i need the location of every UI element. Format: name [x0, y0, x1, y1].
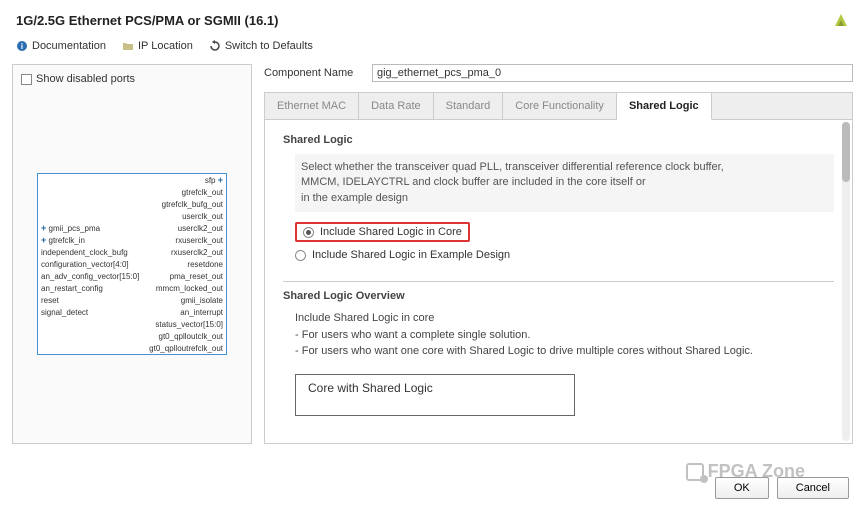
shared-logic-description: Select whether the transceiver quad PLL,…	[295, 154, 834, 212]
refresh-icon	[209, 40, 221, 52]
tab-data-rate[interactable]: Data Rate	[359, 93, 434, 119]
ip-block-symbol[interactable]: sfp + gtrefclk_out gtrefclk_bufg_out use…	[37, 173, 227, 355]
port-gt0-qplloutrefclk: gt0_qplloutrefclk_out	[149, 344, 223, 353]
port-gtrefclk-out: gtrefclk_out	[182, 188, 223, 197]
folder-icon	[122, 40, 134, 52]
port-userclk2-out: userclk2_out	[178, 224, 223, 233]
divider	[283, 281, 834, 282]
tab-core-functionality[interactable]: Core Functionality	[503, 93, 617, 119]
toolbar: i Documentation IP Location Switch to De…	[0, 36, 865, 64]
port-independent-clock: independent_clock_bufg	[41, 248, 128, 257]
port-status-vector: status_vector[15:0]	[155, 320, 223, 329]
port-resetdone: resetdone	[187, 260, 223, 269]
port-userclk-out: userclk_out	[182, 212, 223, 221]
radio-icon	[303, 227, 314, 238]
port-an-adv-config: an_adv_config_vector[15:0]	[41, 272, 139, 281]
port-signal-detect: signal_detect	[41, 308, 88, 317]
port-an-interrupt: an_interrupt	[180, 308, 223, 317]
svg-text:i: i	[21, 42, 23, 51]
component-name-input[interactable]	[372, 64, 853, 82]
tab-shared-logic[interactable]: Shared Logic	[617, 93, 712, 120]
radio-include-in-core-label: Include Shared Logic in Core	[320, 226, 462, 238]
radio-include-in-example[interactable]: Include Shared Logic in Example Design	[295, 247, 834, 263]
ip-location-label: IP Location	[138, 40, 193, 52]
port-rxuserclk2-out: rxuserclk2_out	[171, 248, 223, 257]
show-disabled-checkbox[interactable]	[21, 74, 32, 85]
component-name-label: Component Name	[264, 67, 364, 79]
switch-defaults-label: Switch to Defaults	[225, 40, 313, 52]
tab-ethernet-mac[interactable]: Ethernet MAC	[265, 93, 359, 119]
radio-icon	[295, 250, 306, 261]
port-pma-reset-out: pma_reset_out	[170, 272, 223, 281]
port-gmii-isolate: gmii_isolate	[181, 296, 223, 305]
overview-text: Include Shared Logic in core - For users…	[283, 310, 834, 360]
port-rxuserclk-out: rxuserclk_out	[175, 236, 223, 245]
ok-button[interactable]: OK	[715, 477, 769, 499]
documentation-link[interactable]: i Documentation	[16, 40, 106, 52]
port-gmii-pcs-pma: gmii_pcs_pma	[49, 224, 101, 233]
port-mmcm-locked: mmcm_locked_out	[156, 284, 223, 293]
documentation-label: Documentation	[32, 40, 106, 52]
scrollbar-thumb[interactable]	[842, 122, 850, 182]
overview-heading: Shared Logic Overview	[283, 290, 834, 302]
port-config-vector: configuration_vector[4:0]	[41, 260, 129, 269]
cancel-button[interactable]: Cancel	[777, 477, 849, 499]
port-gtrefclk-in: gtrefclk_in	[49, 236, 85, 245]
core-diagram-title: Core with Shared Logic	[308, 381, 562, 395]
switch-defaults-link[interactable]: Switch to Defaults	[209, 40, 313, 52]
xilinx-logo-icon	[833, 12, 849, 28]
port-an-restart: an_restart_config	[41, 284, 103, 293]
port-sfp: sfp	[205, 176, 216, 185]
radio-include-in-example-label: Include Shared Logic in Example Design	[312, 249, 510, 261]
show-disabled-label: Show disabled ports	[36, 73, 135, 85]
port-gt0-qplloutclk: gt0_qplloutclk_out	[159, 332, 224, 341]
ip-location-link[interactable]: IP Location	[122, 40, 193, 52]
port-gtrefclk-bufg-out: gtrefclk_bufg_out	[162, 200, 223, 209]
shared-logic-heading: Shared Logic	[283, 134, 834, 146]
core-diagram-box: Core with Shared Logic	[295, 374, 575, 416]
radio-include-in-core[interactable]: Include Shared Logic in Core	[295, 222, 470, 242]
scrollbar[interactable]	[842, 122, 850, 441]
tab-bar: Ethernet MAC Data Rate Standard Core Fun…	[265, 93, 852, 120]
block-diagram-panel: Show disabled ports sfp + gtrefclk_out g…	[12, 64, 252, 444]
port-reset: reset	[41, 296, 59, 305]
tab-standard[interactable]: Standard	[434, 93, 504, 119]
dialog-title: 1G/2.5G Ethernet PCS/PMA or SGMII (16.1)	[16, 13, 278, 28]
info-icon: i	[16, 40, 28, 52]
tab-content: Shared Logic Select whether the transcei…	[265, 120, 852, 443]
